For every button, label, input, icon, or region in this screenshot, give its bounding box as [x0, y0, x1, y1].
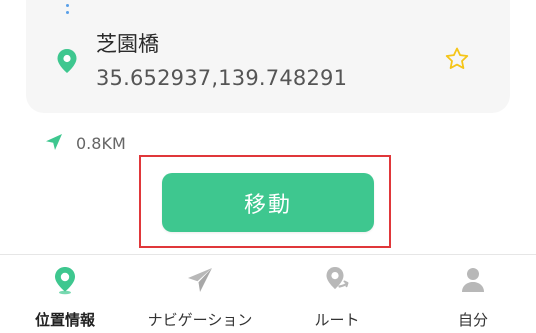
bottom-nav: 位置情報 ナビゲーション ルート 自分 — [0, 254, 536, 333]
place-name: 芝園橋 — [96, 32, 159, 56]
nav-item-navigation[interactable]: ナビゲーション — [138, 255, 262, 333]
person-icon — [462, 268, 484, 292]
location-screen: 芝園橋 35.652937,139.748291 0.8KM 移動 位置情報 ナ… — [0, 0, 536, 333]
distance-text: 0.8KM — [76, 134, 126, 153]
route-dots — [66, 4, 70, 18]
nav-label-profile: 自分 — [457, 311, 489, 329]
location-pin-icon — [57, 49, 77, 73]
move-button[interactable]: 移動 — [162, 173, 374, 232]
nav-item-profile[interactable]: 自分 — [428, 255, 518, 333]
coordinates-text: 35.652937,139.748291 — [96, 66, 348, 90]
star-outline-icon[interactable] — [444, 46, 470, 72]
paper-plane-icon — [188, 268, 212, 292]
nav-item-location[interactable]: 位置情報 — [20, 255, 110, 333]
location-pin-icon — [55, 267, 75, 295]
nav-label-route: ルート — [314, 311, 360, 329]
navigation-arrow-icon — [46, 134, 62, 150]
nav-item-route[interactable]: ルート — [292, 255, 382, 333]
nav-label-navigation: ナビゲーション — [147, 311, 253, 329]
route-pin-icon — [326, 267, 349, 289]
nav-label-location: 位置情報 — [34, 311, 96, 329]
